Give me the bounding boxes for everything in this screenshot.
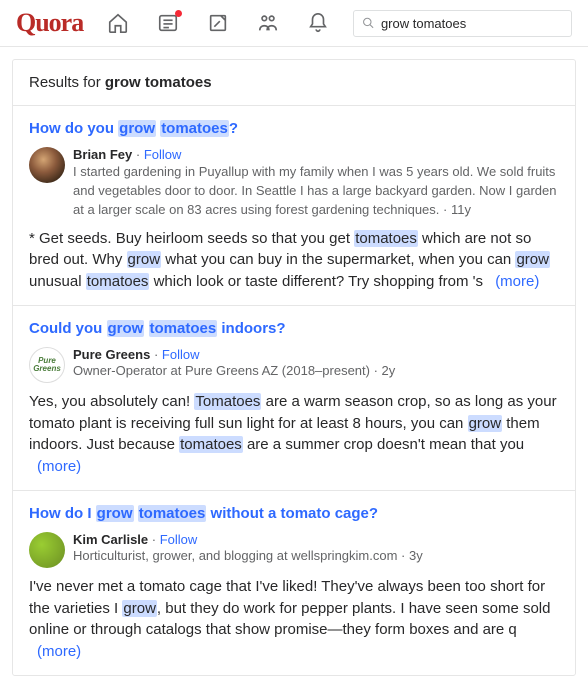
author-row: Brian Fey · Follow I started gardening i… xyxy=(29,147,559,220)
notification-dot xyxy=(175,10,182,17)
avatar[interactable]: PureGreens xyxy=(29,347,65,383)
main-content: Results for grow tomatoes How do you gro… xyxy=(0,47,588,688)
spaces-icon[interactable] xyxy=(257,12,279,34)
search-box[interactable] xyxy=(353,10,572,37)
avatar[interactable] xyxy=(29,532,65,568)
search-input[interactable] xyxy=(381,16,563,31)
result-title[interactable]: How do I grow tomatoes without a tomato … xyxy=(29,505,559,522)
result-snippet: Yes, you absolutely can! Tomatoes are a … xyxy=(29,391,559,478)
results-label: Results for xyxy=(29,74,105,91)
result-title[interactable]: Could you grow tomatoes indoors? xyxy=(29,320,559,337)
notifications-icon[interactable] xyxy=(307,12,329,34)
result-snippet: * Get seeds. Buy heirloom seeds so that … xyxy=(29,228,559,293)
author-name[interactable]: Brian Fey xyxy=(73,147,132,162)
more-link[interactable]: (more) xyxy=(487,273,539,290)
more-link[interactable]: (more) xyxy=(29,458,81,475)
result-title[interactable]: How do you grow tomatoes? xyxy=(29,120,559,137)
author-row: PureGreens Pure Greens · Follow Owner-Op… xyxy=(29,347,559,383)
results-query: grow tomatoes xyxy=(105,74,212,91)
top-nav: Quora xyxy=(0,0,588,47)
follow-link[interactable]: Follow xyxy=(144,147,182,162)
search-icon xyxy=(362,16,375,30)
author-row: Kim Carlisle · Follow Horticulturist, gr… xyxy=(29,532,559,568)
search-result: How do you grow tomatoes? Brian Fey · Fo… xyxy=(13,106,575,306)
author-bio: I started gardening in Puyallup with my … xyxy=(73,163,559,220)
author-name[interactable]: Pure Greens xyxy=(73,347,150,362)
result-snippet: I've never met a tomato cage that I've l… xyxy=(29,576,559,663)
results-header: Results for grow tomatoes xyxy=(13,60,575,106)
author-info: Pure Greens · Follow Owner-Operator at P… xyxy=(73,347,395,383)
follow-link[interactable]: Follow xyxy=(162,347,200,362)
author-credential: Owner-Operator at Pure Greens AZ (2018–p… xyxy=(73,363,395,378)
avatar[interactable] xyxy=(29,147,65,183)
author-info: Brian Fey · Follow I started gardening i… xyxy=(73,147,559,220)
more-link[interactable]: (more) xyxy=(29,643,81,660)
author-info: Kim Carlisle · Follow Horticulturist, gr… xyxy=(73,532,423,568)
nav-icons xyxy=(107,12,329,34)
search-result: How do I grow tomatoes without a tomato … xyxy=(13,491,575,675)
results-container: Results for grow tomatoes How do you gro… xyxy=(12,59,576,676)
home-icon[interactable] xyxy=(107,12,129,34)
author-credential: Horticulturist, grower, and blogging at … xyxy=(73,548,423,563)
author-name[interactable]: Kim Carlisle xyxy=(73,532,148,547)
search-result: Could you grow tomatoes indoors? PureGre… xyxy=(13,306,575,491)
follow-link[interactable]: Follow xyxy=(160,532,198,547)
logo[interactable]: Quora xyxy=(16,8,83,38)
following-icon[interactable] xyxy=(157,12,179,34)
answer-icon[interactable] xyxy=(207,12,229,34)
